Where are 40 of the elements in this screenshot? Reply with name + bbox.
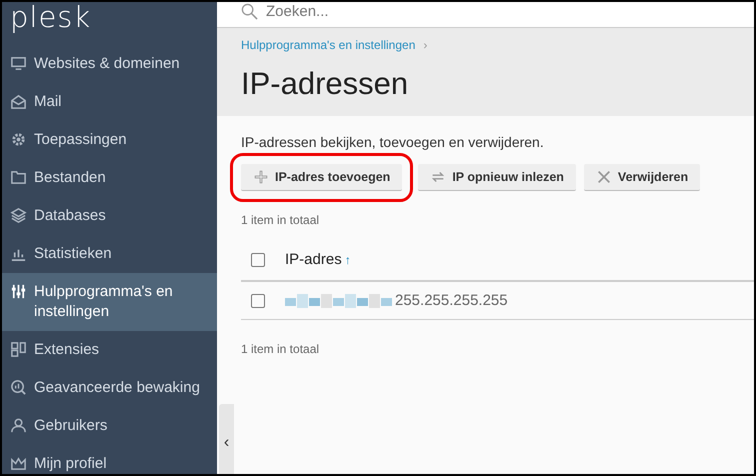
checkbox[interactable]	[251, 252, 265, 266]
sort-arrow[interactable]: ↑	[344, 253, 351, 267]
item-count: 1 item in totaal	[241, 213, 320, 227]
nav-item[interactable]: Extensies	[2, 331, 217, 369]
nav-item[interactable]: Geavanceerde bewaking	[2, 369, 217, 407]
breadcrumb-separator: ›	[423, 38, 428, 52]
toolbar-button[interactable]: IP opnieuw inlezen	[418, 164, 576, 191]
folder-icon	[10, 169, 27, 186]
nav-item[interactable]: Mijn profiel	[2, 445, 217, 474]
nav-item[interactable]: Databases	[2, 197, 217, 235]
envelope-icon	[10, 93, 27, 110]
column-header[interactable]: IP-adres	[285, 251, 342, 268]
page-description: IP-adressen bekijken, toevoegen en verwijderen.	[241, 134, 545, 150]
crown-icon	[10, 455, 27, 472]
cross-icon	[596, 169, 612, 185]
nav-item[interactable]: Websites & domeinen	[2, 45, 217, 83]
sliders-icon	[10, 283, 27, 300]
nav-item[interactable]: Gebruikers	[2, 407, 217, 445]
blocks-icon	[10, 341, 27, 358]
item-count: 1 item in totaal	[241, 342, 320, 356]
arrows-icon	[430, 169, 446, 185]
toolbar-button[interactable]: Verwijderen	[584, 164, 700, 191]
gear-icon	[10, 131, 27, 148]
nav-item[interactable]: Toepassingen	[2, 121, 217, 159]
layers-icon	[10, 207, 27, 224]
toolbar-button[interactable]: IP-adres toevoegen	[241, 164, 402, 191]
page-title: IP-adressen	[241, 66, 410, 102]
search-icon	[241, 2, 258, 20]
collapse-button[interactable]: ‹	[219, 404, 234, 474]
nav-item[interactable]: Bestanden	[2, 159, 217, 197]
ip-address: 255.255.255.255	[395, 292, 508, 309]
checkbox[interactable]	[251, 294, 265, 308]
plesk-logo: plesk	[9, 2, 92, 34]
monitor-icon	[10, 55, 27, 72]
nav-item[interactable]: Statistieken	[2, 235, 217, 273]
nav-item[interactable]: Mail	[2, 83, 217, 121]
user-icon	[10, 417, 27, 434]
nav-item[interactable]: Hulpprogramma's en instellingen	[2, 273, 217, 331]
plus-icon	[253, 169, 269, 185]
magnifier-chart-icon	[10, 379, 27, 396]
